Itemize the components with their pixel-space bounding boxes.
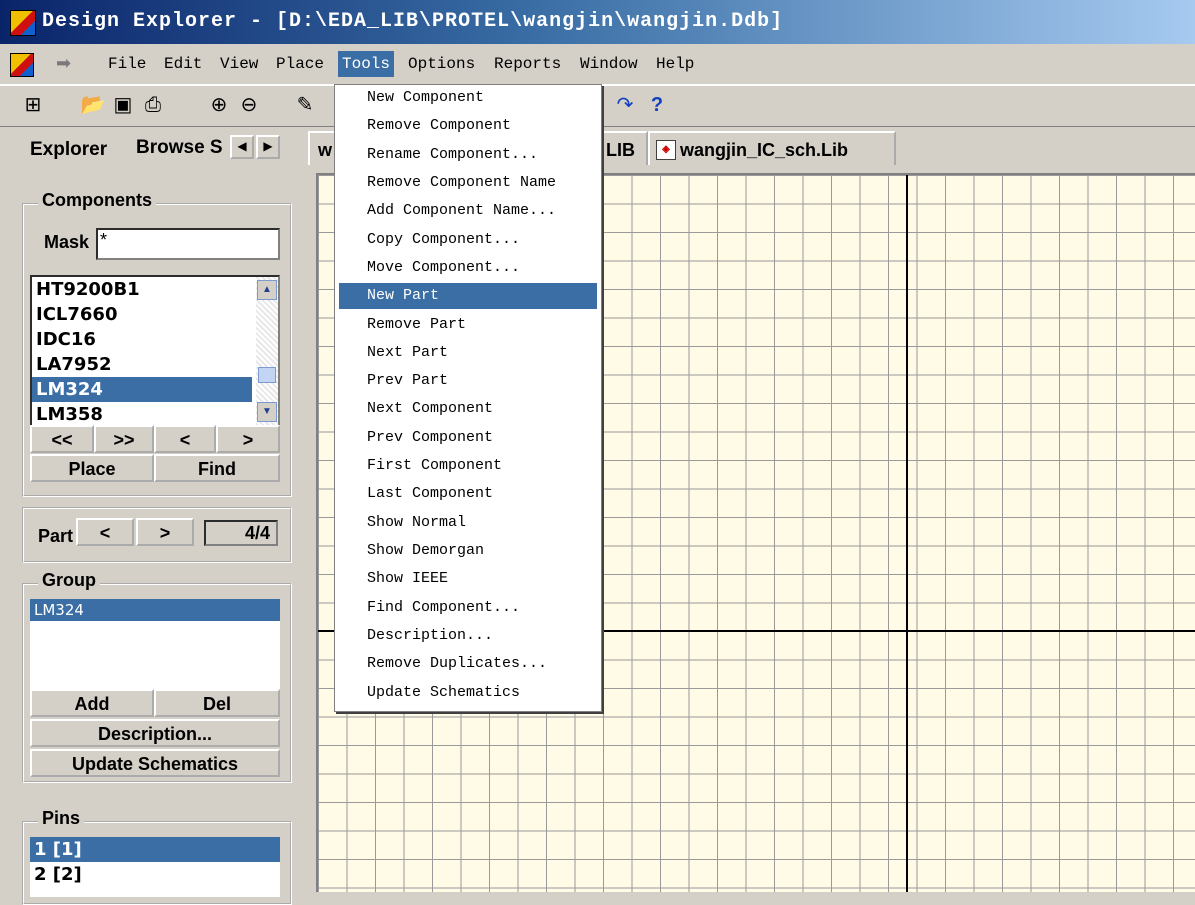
menu-find-component[interactable]: Find Component... [339, 595, 597, 621]
list-item-selected[interactable]: LM324 [30, 599, 280, 621]
mask-input[interactable]: * [96, 228, 280, 260]
list-item[interactable]: 2 [2] [30, 862, 280, 887]
menu-remove-component[interactable]: Remove Component [339, 113, 597, 139]
tab-scroll-right-icon[interactable]: ▶ [256, 135, 280, 159]
menu-show-normal[interactable]: Show Normal [339, 510, 597, 536]
list-item[interactable]: ICL7660 [32, 302, 278, 327]
prev-button[interactable]: < [154, 425, 216, 453]
menu-show-demorgan[interactable]: Show Demorgan [339, 538, 597, 564]
description-button[interactable]: Description... [30, 719, 280, 747]
list-item[interactable]: LA7952 [32, 352, 278, 377]
add-button[interactable]: Add [30, 689, 154, 717]
menu-add-component-name[interactable]: Add Component Name... [339, 198, 597, 224]
menu-prev-component[interactable]: Prev Component [339, 425, 597, 451]
menu-help[interactable]: Help [652, 51, 698, 77]
menu-next-component[interactable]: Next Component [339, 396, 597, 422]
schematic-lib-icon: ◈ [656, 140, 676, 160]
list-item-selected[interactable]: LM324 [32, 377, 252, 402]
window-title: Design Explorer - [D:\EDA_LIB\PROTEL\wan… [42, 10, 784, 33]
list-scrollbar[interactable]: ▲ ▼ [256, 277, 278, 425]
menu-place[interactable]: Place [272, 51, 328, 77]
scroll-thumb[interactable] [258, 367, 276, 383]
group-title: Group [38, 570, 100, 591]
part-label: Part [38, 526, 74, 546]
zoom-out-icon[interactable]: ⊖ [236, 92, 262, 118]
save-icon[interactable]: ▣ [110, 92, 136, 118]
tab-document-3-label: wangjin_IC_sch.Lib [680, 140, 849, 160]
menu-options[interactable]: Options [404, 51, 479, 77]
tab-document-3[interactable]: ◈ wangjin_IC_sch.Lib [648, 131, 896, 165]
back-arrow-icon[interactable]: ➡ [56, 54, 96, 72]
next-button[interactable]: > [216, 425, 280, 453]
group-list[interactable]: LM324 [30, 599, 280, 689]
part-next-button[interactable]: > [136, 518, 194, 546]
list-item[interactable]: LM358 [32, 402, 278, 425]
origin-axis-vertical [906, 175, 908, 892]
menu-new-part[interactable]: New Part [339, 283, 597, 309]
del-button[interactable]: Del [154, 689, 280, 717]
part-counter: 4/4 [204, 520, 278, 546]
scroll-down-icon[interactable]: ▼ [257, 402, 277, 422]
place-button[interactable]: Place [30, 454, 154, 482]
list-item[interactable]: IDC16 [32, 327, 278, 352]
menu-remove-part[interactable]: Remove Part [339, 312, 597, 338]
print-icon[interactable]: ⎙ [140, 92, 166, 118]
find-button[interactable]: Find [154, 454, 280, 482]
list-item[interactable]: HT9200B1 [32, 277, 278, 302]
tree-icon[interactable]: ⊞ [20, 92, 46, 118]
menu-edit[interactable]: Edit [160, 51, 206, 77]
part-prev-button[interactable]: < [76, 518, 134, 546]
component-list[interactable]: HT9200B1 ICL7660 IDC16 LA7952 LM324 LM35… [30, 275, 280, 427]
menu-remove-component-name[interactable]: Remove Component Name [339, 170, 597, 196]
menu-view[interactable]: View [216, 51, 262, 77]
wire-icon[interactable]: ✎ [292, 92, 318, 118]
tab-scroll-left-icon[interactable]: ◀ [230, 135, 254, 159]
menu-rename-component[interactable]: Rename Component... [339, 142, 597, 168]
menu-reports[interactable]: Reports [490, 51, 565, 77]
redo-icon[interactable]: ↷ [612, 92, 638, 118]
list-item-selected[interactable]: 1 [1] [30, 837, 280, 862]
components-title: Components [38, 190, 156, 211]
explorer-panel: Explorer Browse S ◀ ▶ Components Mask * … [0, 127, 300, 905]
scroll-up-icon[interactable]: ▲ [257, 280, 277, 300]
menu-copy-component[interactable]: Copy Component... [339, 227, 597, 253]
open-icon[interactable]: 📂 [80, 92, 106, 118]
tab-browse[interactable]: Browse S [136, 137, 223, 159]
menu-update-schematics[interactable]: Update Schematics [339, 680, 597, 706]
title-bar: Design Explorer - [D:\EDA_LIB\PROTEL\wan… [0, 0, 1195, 44]
pins-title: Pins [38, 808, 85, 829]
menu-window[interactable]: Window [576, 51, 642, 77]
menu-last-component[interactable]: Last Component [339, 481, 597, 507]
menu-new-component[interactable]: New Component [339, 85, 597, 111]
menu-first-component[interactable]: First Component [339, 453, 597, 479]
menu-tools[interactable]: Tools [338, 51, 395, 77]
menu-show-ieee[interactable]: Show IEEE [339, 566, 597, 592]
menu-next-part[interactable]: Next Part [339, 340, 597, 366]
last-button[interactable]: >> [94, 425, 154, 453]
tab-explorer[interactable]: Explorer [30, 139, 107, 161]
help-icon[interactable]: ? [644, 92, 670, 118]
menu-move-component[interactable]: Move Component... [339, 255, 597, 281]
menu-file[interactable]: File [104, 51, 150, 77]
mask-label: Mask [44, 232, 90, 252]
menu-bar: ➡ File Edit View Place Tools Options Rep… [0, 44, 1195, 85]
menu-remove-duplicates[interactable]: Remove Duplicates... [339, 651, 597, 677]
document-icon[interactable] [10, 53, 34, 77]
zoom-in-icon[interactable]: ⊕ [206, 92, 232, 118]
tab-document-2[interactable]: LIB [598, 131, 648, 165]
menu-prev-part[interactable]: Prev Part [339, 368, 597, 394]
pins-list[interactable]: 1 [1] 2 [2] [30, 837, 280, 897]
menu-description[interactable]: Description... [339, 623, 597, 649]
update-schematics-button[interactable]: Update Schematics [30, 749, 280, 777]
app-icon[interactable] [10, 10, 36, 36]
tools-menu: New Component Remove Component Rename Co… [334, 84, 602, 712]
first-button[interactable]: << [30, 425, 94, 453]
